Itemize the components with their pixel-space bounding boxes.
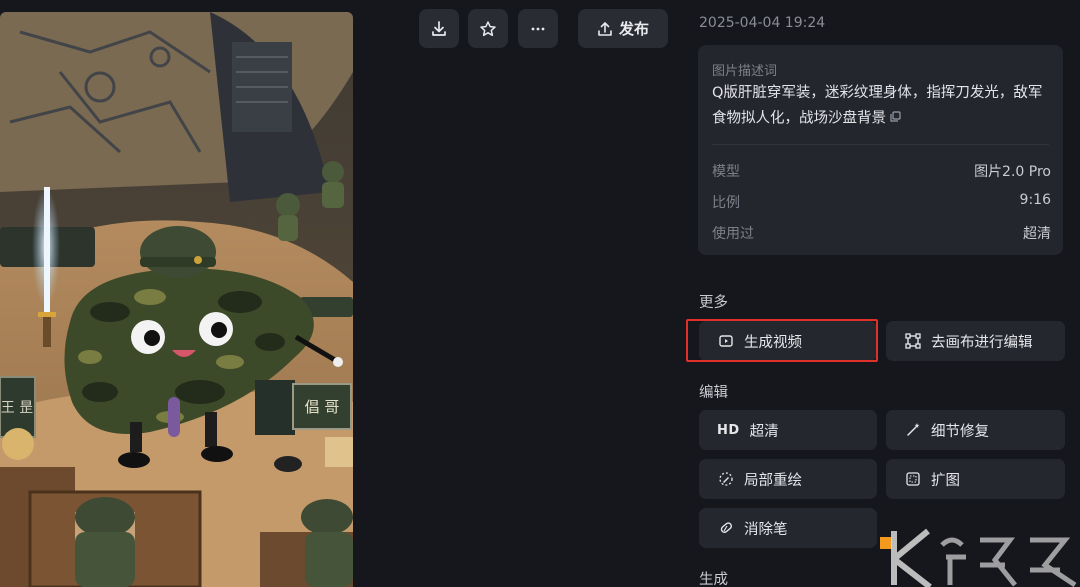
brush-icon xyxy=(717,470,735,488)
more-dots-icon xyxy=(531,27,545,30)
prompt-text-content: Q版肝脏穿军装，迷彩纹理身体，指挥刀发光，敌军食物拟人化，战场沙盘背景 xyxy=(712,85,1043,127)
meta-row-model: 模型 图片2.0 Pro xyxy=(712,161,1051,181)
image-info-card: 图片描述词 Q版肝脏穿军装，迷彩纹理身体，指挥刀发光，敌军食物拟人化，战场沙盘背… xyxy=(698,45,1063,255)
canvas-edit-label: 去画布进行编辑 xyxy=(931,334,1033,351)
generated-image[interactable]: 王 昰 倡 哥 xyxy=(0,12,353,587)
hd-icon: HD xyxy=(717,422,740,438)
ratio-value: 9:16 xyxy=(1019,192,1051,208)
publish-label: 发布 xyxy=(618,20,649,38)
soldier-figure xyxy=(75,497,135,587)
svg-text:王 昰: 王 昰 xyxy=(1,400,33,416)
watermark-logo xyxy=(880,525,1080,587)
star-icon xyxy=(480,20,496,36)
model-value: 图片2.0 Pro xyxy=(974,164,1051,180)
meta-row-ratio: 比例 9:16 xyxy=(712,192,1051,212)
section-edit-title: 编辑 xyxy=(699,385,728,401)
magic-wand-icon xyxy=(904,421,922,439)
video-icon xyxy=(717,332,735,350)
upload-icon xyxy=(598,21,612,36)
soldier-figure xyxy=(276,193,300,241)
sign-left: 王 昰 xyxy=(0,376,36,438)
eraser-label: 消除笔 xyxy=(744,521,788,538)
artwork-illustration: 王 昰 倡 哥 xyxy=(0,12,353,587)
expand-icon xyxy=(904,470,922,488)
favorite-button[interactable] xyxy=(468,9,508,48)
svg-text:倡 哥: 倡 哥 xyxy=(305,398,340,416)
meta-row-used: 使用过 超清 xyxy=(712,223,1051,243)
used-key: 使用过 xyxy=(712,226,754,242)
prompt-label: 图片描述词 xyxy=(712,64,778,79)
detail-fix-button[interactable]: 细节修复 xyxy=(886,410,1065,450)
hd-upscale-label: 超清 xyxy=(749,423,779,440)
more-options-button[interactable] xyxy=(518,9,558,48)
section-more-title: 更多 xyxy=(699,295,728,311)
soldier-figure xyxy=(301,499,353,587)
detail-fix-label: 细节修复 xyxy=(931,423,989,440)
soldier-figure xyxy=(322,161,344,208)
hd-upscale-button[interactable]: HD 超清 xyxy=(699,410,877,450)
sign-right: 倡 哥 xyxy=(292,383,352,430)
local-redraw-label: 局部重绘 xyxy=(744,472,802,489)
download-icon xyxy=(432,20,446,36)
model-key: 模型 xyxy=(712,164,740,180)
local-redraw-button[interactable]: 局部重绘 xyxy=(699,459,877,499)
generate-video-button[interactable]: 生成视频 xyxy=(699,321,877,361)
copy-icon[interactable] xyxy=(890,106,901,131)
section-generate-title: 生成 xyxy=(699,572,728,587)
sign-center xyxy=(255,380,295,435)
expand-image-button[interactable]: 扩图 xyxy=(886,459,1065,499)
generate-video-label: 生成视频 xyxy=(744,334,802,351)
canvas-edit-button[interactable]: 去画布进行编辑 xyxy=(886,321,1065,361)
prompt-text: Q版肝脏穿军装，迷彩纹理身体，指挥刀发光，敌军食物拟人化，战场沙盘背景 xyxy=(712,81,1052,132)
created-timestamp: 2025-04-04 19:24 xyxy=(699,15,826,31)
publish-button[interactable]: 发布 xyxy=(578,9,668,48)
download-button[interactable] xyxy=(419,9,459,48)
used-value: 超清 xyxy=(1023,226,1051,242)
eraser-icon xyxy=(717,519,735,537)
expand-image-label: 扩图 xyxy=(931,472,960,489)
eraser-button[interactable]: 消除笔 xyxy=(699,508,877,548)
info-divider xyxy=(712,144,1049,145)
canvas-icon xyxy=(904,332,922,350)
ratio-key: 比例 xyxy=(712,195,740,211)
